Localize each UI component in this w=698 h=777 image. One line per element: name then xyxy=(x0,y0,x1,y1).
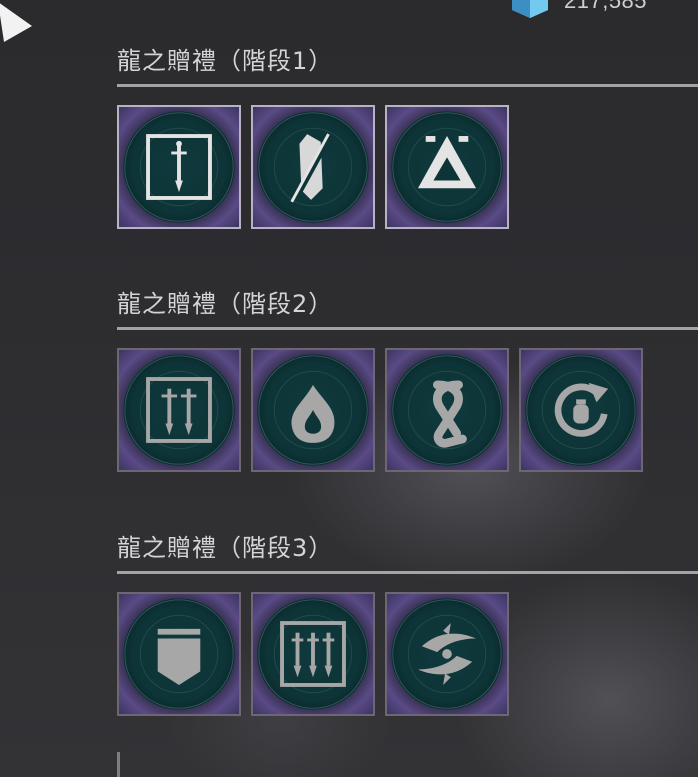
perk-tile-banner[interactable] xyxy=(117,592,241,716)
perk-tile-grenade[interactable] xyxy=(519,348,643,472)
perk-tile-triangle[interactable] xyxy=(385,105,509,229)
double-sword-frame-icon xyxy=(124,355,234,465)
banner-shield-icon xyxy=(124,599,234,709)
perk-tile-sword[interactable] xyxy=(117,105,241,229)
perk-row xyxy=(117,105,698,229)
perk-tile-triple-sword[interactable] xyxy=(251,592,375,716)
section-divider xyxy=(117,327,698,330)
crystal-shard-icon xyxy=(258,112,368,222)
currency-display: 217,585 xyxy=(508,0,648,18)
perk-row xyxy=(117,592,698,716)
section-tier-3: 龍之贈禮（階段3） xyxy=(117,531,698,716)
perk-tile-knot[interactable] xyxy=(385,348,509,472)
grenade-refresh-icon xyxy=(526,355,636,465)
section-title: 龍之贈禮（階段3） xyxy=(117,534,334,562)
currency-amount: 217,585 xyxy=(564,0,648,13)
perk-tile-flame[interactable] xyxy=(251,348,375,472)
perk-tile-double-sword[interactable] xyxy=(117,348,241,472)
triple-sword-frame-icon xyxy=(258,599,368,709)
perk-tile-spiral[interactable] xyxy=(385,592,509,716)
triangle-sigil-icon xyxy=(392,112,502,222)
flame-drop-icon xyxy=(258,355,368,465)
perk-row xyxy=(117,348,698,472)
section-title: 龍之贈禮（階段2） xyxy=(117,290,334,318)
sword-frame-icon xyxy=(124,112,234,222)
perk-tile-crystal[interactable] xyxy=(251,105,375,229)
back-arrow-icon[interactable] xyxy=(0,0,36,44)
section-tier-1: 龍之贈禮（階段1） xyxy=(117,44,698,229)
spiral-blades-icon xyxy=(392,599,502,709)
section-divider xyxy=(117,84,698,87)
section-divider xyxy=(117,571,698,574)
glimmer-cube-icon xyxy=(512,0,548,18)
knot-rune-icon xyxy=(392,355,502,465)
section-tier-2: 龍之贈禮（階段2） xyxy=(117,287,698,472)
scroll-indicator xyxy=(117,752,120,777)
section-title: 龍之贈禮（階段1） xyxy=(117,47,334,75)
